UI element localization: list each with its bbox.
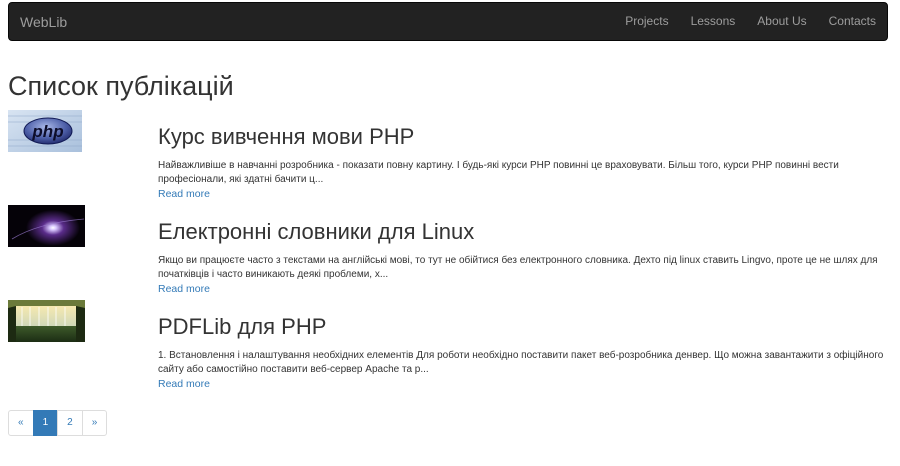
publication-excerpt: Найважливіше в навчанні розробника - пок…: [158, 160, 839, 185]
waterfall-thumbnail[interactable]: [8, 300, 85, 342]
svg-text:php: php: [31, 122, 63, 141]
php-logo-thumbnail[interactable]: php: [8, 110, 82, 152]
nav-link-contacts[interactable]: Contacts: [818, 3, 887, 40]
publication-title[interactable]: Курс вивчення мови PHP: [158, 124, 888, 150]
read-more-link[interactable]: Read more: [158, 282, 888, 296]
publication-excerpt: 1. Встановлення і налаштування необхідни…: [158, 350, 884, 375]
publication-item: php Курс вивчення мови PHP Найважливіше …: [8, 110, 888, 205]
top-navbar: WebLib Projects Lessons About Us Contact…: [8, 2, 888, 41]
publication-item: Електронні словники для Linux Якщо ви пр…: [8, 205, 888, 300]
publication-body: PDFLib для PHP 1. Встановлення і налашту…: [158, 300, 888, 391]
brand-link[interactable]: WebLib: [20, 13, 67, 31]
publication-body: Електронні словники для Linux Якщо ви пр…: [158, 205, 888, 296]
publication-title[interactable]: PDFLib для PHP: [158, 314, 888, 340]
read-more-link[interactable]: Read more: [158, 187, 888, 201]
pagination-next-button[interactable]: »: [81, 410, 108, 436]
pagination: « 1 2 »: [8, 410, 108, 436]
nav-link-about-us[interactable]: About Us: [746, 3, 817, 40]
publication-title[interactable]: Електронні словники для Linux: [158, 219, 888, 245]
read-more-link[interactable]: Read more: [158, 377, 888, 391]
pagination-page-2[interactable]: 2: [57, 410, 83, 436]
nav-link-projects[interactable]: Projects: [614, 3, 679, 40]
space-light-thumbnail[interactable]: [8, 205, 85, 247]
nav-link-lessons[interactable]: Lessons: [680, 3, 747, 40]
page-title: Список публікацій: [8, 71, 234, 101]
pagination-page-1[interactable]: 1: [32, 410, 59, 436]
pagination-prev-button[interactable]: «: [8, 410, 34, 436]
publication-excerpt: Якщо ви працюєте часто з текстами на анг…: [158, 255, 878, 280]
nav-menu: Projects Lessons About Us Contacts: [614, 3, 887, 40]
publication-body: Курс вивчення мови PHP Найважливіше в на…: [158, 110, 888, 201]
publication-item: PDFLib для PHP 1. Встановлення і налашту…: [8, 300, 888, 395]
